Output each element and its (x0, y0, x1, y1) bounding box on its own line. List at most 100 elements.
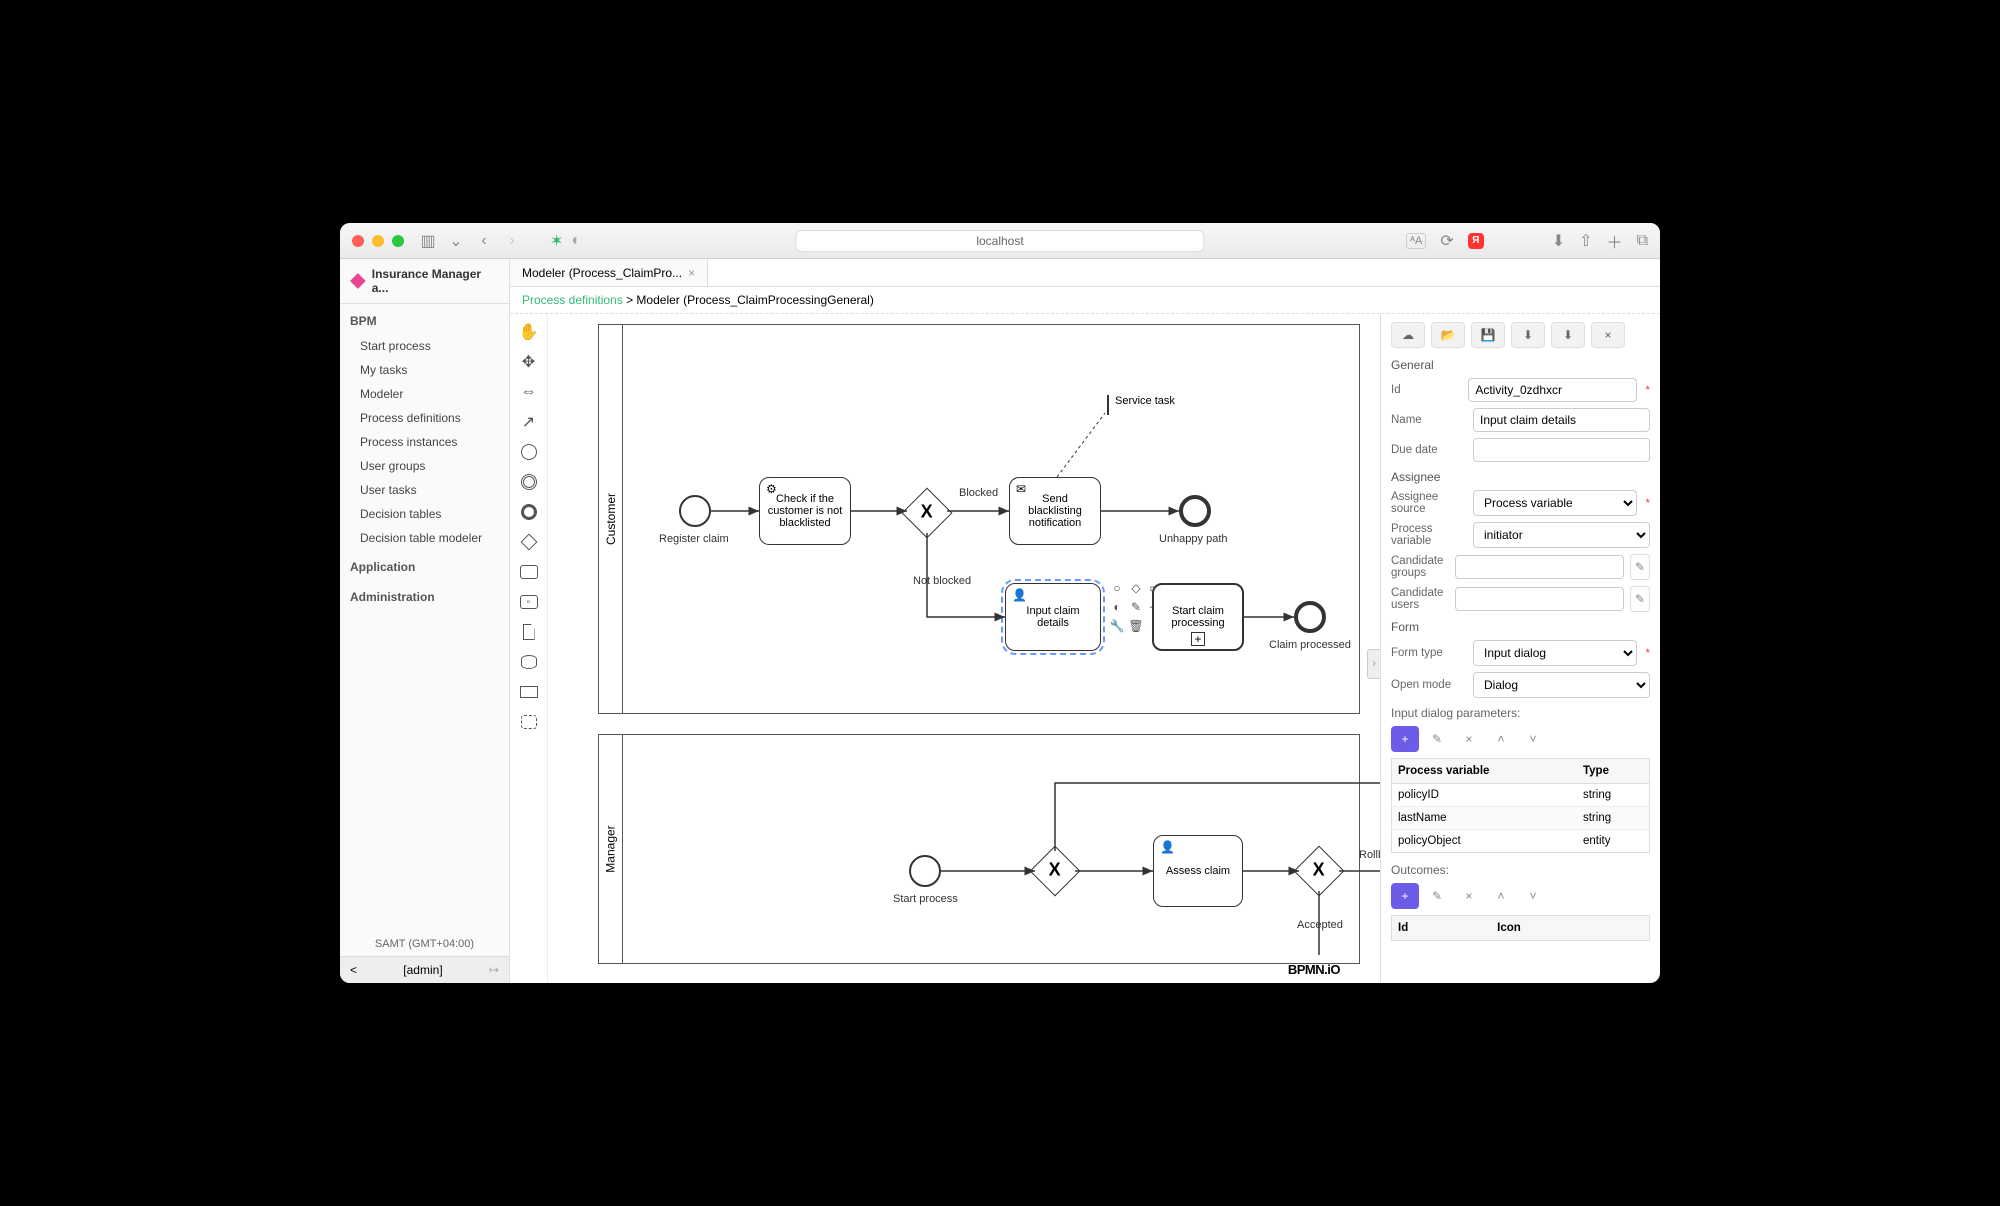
edit-outcome-button[interactable]: ✎ (1423, 883, 1451, 909)
pool-icon[interactable] (517, 680, 541, 704)
sidebar-item-user-tasks[interactable]: User tasks (340, 478, 509, 502)
collapse-sidebar-icon[interactable]: < (350, 963, 357, 977)
crumb-root[interactable]: Process definitions (522, 293, 623, 307)
cloud-download-button[interactable]: ☁ (1391, 322, 1425, 348)
traffic-lights (352, 235, 404, 247)
refresh-icon[interactable]: ⟳ (1440, 231, 1453, 251)
edit-users-icon[interactable]: ✎ (1630, 586, 1650, 612)
yandex-icon[interactable]: Я (1468, 233, 1484, 249)
properties-panel: ☁ 📂 💾 ⬇ ⬇ × General Id* Name Due date As… (1380, 314, 1660, 983)
timezone-label: SAMT (GMT+04:00) (340, 932, 509, 956)
name-field[interactable] (1473, 408, 1650, 432)
section-form: Form (1391, 620, 1650, 634)
gateway-icon[interactable] (517, 530, 541, 554)
shield-icon[interactable]: ◐ (571, 232, 581, 250)
section-application[interactable]: Application (340, 554, 509, 580)
panel-collapse-handle[interactable]: › (1367, 649, 1380, 679)
sidebar-item-user-groups[interactable]: User groups (340, 454, 509, 478)
sidebar-item-process-instances[interactable]: Process instances (340, 430, 509, 454)
close-window-icon[interactable] (352, 235, 364, 247)
bpmn-canvas[interactable]: Customer Register claim ⚙ Check if the c… (548, 314, 1380, 983)
task-icon[interactable] (517, 560, 541, 584)
pool-manager[interactable]: Manager Start process 👤 Assess claim Rol… (598, 734, 1360, 964)
lasso-tool-icon[interactable]: ✥ (517, 350, 541, 374)
props-toolbar: ☁ 📂 💾 ⬇ ⬇ × (1391, 322, 1650, 348)
url-text: localhost (976, 234, 1023, 248)
id-field[interactable] (1468, 378, 1637, 402)
tab-bar: Modeler (Process_ClaimPro... × (510, 259, 1660, 287)
sidebar: Insurance Manager a... BPM Start process… (340, 259, 510, 983)
minimize-window-icon[interactable] (372, 235, 384, 247)
tabs-icon[interactable]: ⧉ (1637, 232, 1648, 250)
download-xml-button[interactable]: ⬇ (1511, 322, 1545, 348)
tab-modeler[interactable]: Modeler (Process_ClaimPro... × (510, 259, 708, 286)
edit-param-button[interactable]: ✎ (1423, 726, 1451, 752)
logout-icon[interactable]: ↦ (489, 963, 499, 977)
assignee-source-select[interactable]: Process variable (1473, 490, 1637, 516)
app-window: ▥ ⌄ ‹ › ✶ ◐ localhost ᴬA ⟳ Я ⬇ ⇧ ＋ ⧉ In (340, 223, 1660, 983)
candidate-users-field[interactable] (1455, 587, 1624, 611)
outcomes-table: IdIcon (1391, 915, 1650, 941)
nav-back-icon[interactable]: ‹ (476, 233, 492, 249)
label-outcomes: Outcomes: (1391, 863, 1650, 877)
user-bar[interactable]: < [admin] ↦ (340, 956, 509, 983)
remove-param-button[interactable]: × (1455, 726, 1483, 752)
app-title: Insurance Manager a... (340, 259, 509, 304)
due-date-field[interactable] (1473, 438, 1650, 462)
start-event-icon[interactable] (517, 440, 541, 464)
pool-customer[interactable]: Customer Register claim ⚙ Check if the c… (598, 324, 1360, 714)
edit-groups-icon[interactable]: ✎ (1630, 554, 1650, 580)
titlebar: ▥ ⌄ ‹ › ✶ ◐ localhost ᴬA ⟳ Я ⬇ ⇧ ＋ ⧉ (340, 223, 1660, 259)
section-general: General (1391, 358, 1650, 372)
sidebar-item-decision-table-modeler[interactable]: Decision table modeler (340, 526, 509, 550)
move-up-outcome-button[interactable]: ˄ (1487, 883, 1515, 909)
label-input-dialog-params: Input dialog parameters: (1391, 706, 1650, 720)
share-icon[interactable]: ⇧ (1579, 231, 1592, 251)
form-type-select[interactable]: Input dialog (1473, 640, 1637, 666)
table-row[interactable]: lastNamestring (1392, 807, 1650, 830)
add-param-button[interactable]: + (1391, 726, 1419, 752)
sidebar-item-process-definitions[interactable]: Process definitions (340, 406, 509, 430)
close-button[interactable]: × (1591, 322, 1625, 348)
crumb-current: Modeler (Process_ClaimProcessingGeneral) (636, 293, 873, 307)
nav-forward-icon[interactable]: › (504, 233, 520, 249)
bpmn-io-watermark: BPMN.iO (1288, 962, 1340, 977)
download-svg-button[interactable]: ⬇ (1551, 322, 1585, 348)
table-row[interactable]: policyObjectentity (1392, 830, 1650, 853)
sidebar-item-start-process[interactable]: Start process (340, 334, 509, 358)
move-up-button[interactable]: ˄ (1487, 726, 1515, 752)
sidebar-item-decision-tables[interactable]: Decision tables (340, 502, 509, 526)
remove-outcome-button[interactable]: × (1455, 883, 1483, 909)
connect-tool-icon[interactable]: ↗ (517, 410, 541, 434)
download-icon[interactable]: ⬇ (1552, 231, 1565, 251)
sidebar-item-modeler[interactable]: Modeler (340, 382, 509, 406)
hand-tool-icon[interactable]: ✋ (517, 320, 541, 344)
close-tab-icon[interactable]: × (688, 266, 695, 280)
end-event-icon[interactable] (517, 500, 541, 524)
candidate-groups-field[interactable] (1455, 555, 1624, 579)
group-icon[interactable] (517, 710, 541, 734)
address-bar[interactable]: localhost (795, 230, 1204, 252)
process-variable-select[interactable]: initiator (1473, 522, 1650, 548)
intermediate-event-icon[interactable] (517, 470, 541, 494)
chevron-down-icon[interactable]: ⌄ (448, 233, 464, 249)
open-mode-select[interactable]: Dialog (1473, 672, 1650, 698)
add-outcome-button[interactable]: + (1391, 883, 1419, 909)
subprocess-icon[interactable]: ▫ (517, 590, 541, 614)
sidebar-toggle-icon[interactable]: ▥ (420, 233, 436, 249)
save-button[interactable]: 💾 (1471, 322, 1505, 348)
move-down-outcome-button[interactable]: ˅ (1519, 883, 1547, 909)
open-button[interactable]: 📂 (1431, 322, 1465, 348)
section-administration[interactable]: Administration (340, 584, 509, 610)
table-row[interactable]: policyIDstring (1392, 784, 1650, 807)
data-store-icon[interactable] (517, 650, 541, 674)
move-down-button[interactable]: ˅ (1519, 726, 1547, 752)
data-object-icon[interactable] (517, 620, 541, 644)
reader-icon[interactable]: ᴬA (1406, 233, 1426, 249)
new-tab-icon[interactable]: ＋ (1607, 229, 1623, 253)
space-tool-icon[interactable]: ⇔ (517, 380, 541, 404)
edge-label-rollback: Rollback (1359, 849, 1380, 861)
sidebar-item-my-tasks[interactable]: My tasks (340, 358, 509, 382)
maximize-window-icon[interactable] (392, 235, 404, 247)
evernote-icon[interactable]: ✶ (550, 231, 563, 251)
